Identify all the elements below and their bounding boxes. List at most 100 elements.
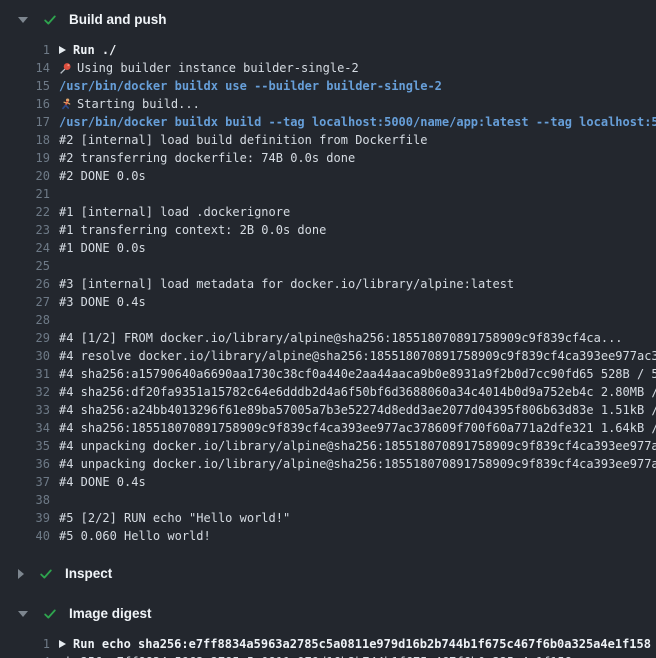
log-line[interactable]: 27 #3 DONE 0.4s [0, 293, 656, 311]
log-line[interactable]: 32 #4 sha256:df20fa9351a15782c64e6dddb2d4… [0, 383, 656, 401]
section-title: Build and push [69, 11, 167, 29]
line-number[interactable]: 38 [0, 491, 50, 509]
line-number[interactable]: 28 [0, 311, 50, 329]
log-line-text: #3 DONE 0.4s [59, 293, 656, 311]
section-header-inspect[interactable]: Inspect [0, 554, 656, 589]
log-line[interactable]: 17/usr/bin/docker buildx build --tag loc… [0, 113, 656, 131]
log-line-text: #4 [1/2] FROM docker.io/library/alpine@s… [59, 329, 656, 347]
log-line[interactable]: 1 Run ./ [0, 41, 656, 59]
log-line[interactable]: 34 #4 sha256:185518070891758909c9f839cf4c… [0, 419, 656, 437]
log-line-text: #4 sha256:a15790640a6690aa1730c38cf0a440… [59, 365, 656, 383]
line-number[interactable]: 1 [0, 41, 50, 59]
log-line[interactable]: 25 [0, 257, 656, 275]
line-number[interactable]: 37 [0, 473, 50, 491]
line-number[interactable]: 14 [0, 59, 50, 77]
log-line[interactable]: 16 Starting build... [0, 95, 656, 113]
play-icon [59, 640, 66, 648]
line-number[interactable]: 18 [0, 131, 50, 149]
line-number[interactable]: 19 [0, 149, 50, 167]
log-lines-build-and-push: 1 Run ./ 14 Using builder instance builder-… [0, 35, 656, 554]
log-line-text: /usr/bin/docker buildx build --tag local… [59, 113, 656, 131]
log-line[interactable]: 35 #4 unpacking docker.io/library/alpine@… [0, 437, 656, 455]
log-lines-image-digest: 1 Run echo sha256:e7ff8834a5963a2785c5a08… [0, 629, 656, 658]
log-line[interactable]: 21 [0, 185, 656, 203]
log-line-text: Run ./ [59, 41, 656, 59]
line-number[interactable]: 40 [0, 527, 50, 545]
log-line-text: #5 0.060 Hello world! [59, 527, 656, 545]
log-line-text: #4 sha256:df20fa9351a15782c64e6dddb2d4a6… [59, 383, 656, 401]
line-number[interactable]: 30 [0, 347, 50, 365]
log-line-text: Run echo sha256:e7ff8834a5963a2785c5a081… [59, 635, 656, 653]
log-line-text: #3 [internal] load metadata for docker.i… [59, 275, 656, 293]
log-line-text: Using builder instance builder-single-2 [59, 59, 656, 77]
log-line-text: #1 transferring context: 2B 0.0s done [59, 221, 656, 239]
line-number[interactable]: 35 [0, 437, 50, 455]
log-line[interactable]: 38 [0, 491, 656, 509]
log-line-text: #2 transferring dockerfile: 74B 0.0s don… [59, 149, 656, 167]
log-line[interactable]: 22 #1 [internal] load .dockerignore [0, 203, 656, 221]
log-line-text: #4 unpacking docker.io/library/alpine@sh… [59, 437, 656, 455]
log-line[interactable]: 1 Run echo sha256:e7ff8834a5963a2785c5a08… [0, 635, 656, 653]
log-line[interactable]: 28 [0, 311, 656, 329]
line-number[interactable]: 20 [0, 167, 50, 185]
log-line-text: #4 DONE 0.4s [59, 473, 656, 491]
check-icon [43, 13, 57, 27]
line-number[interactable]: 25 [0, 257, 50, 275]
line-number[interactable]: 39 [0, 509, 50, 527]
section-header-image-digest[interactable]: Image digest [0, 589, 656, 629]
log-line[interactable]: 20#2 DONE 0.0s [0, 167, 656, 185]
log-line[interactable]: 40 #5 0.060 Hello world! [0, 527, 656, 545]
workflow-log-viewer: Build and push 1Run ./14Using builder in… [0, 0, 656, 658]
log-line[interactable]: 14 Using builder instance builder-single-… [0, 59, 656, 77]
log-line[interactable]: 15/usr/bin/docker buildx use --builder b… [0, 77, 656, 95]
log-line[interactable]: 29 #4 [1/2] FROM docker.io/library/alpine… [0, 329, 656, 347]
log-line[interactable]: 31 #4 sha256:a15790640a6690aa1730c38cf0a4… [0, 365, 656, 383]
log-line-text: #4 sha256:185518070891758909c9f839cf4ca3… [59, 419, 656, 437]
line-number[interactable]: 34 [0, 419, 50, 437]
log-line-text: #4 sha256:a24bb4013296f61e89ba57005a7b3e… [59, 401, 656, 419]
log-line[interactable]: 39 #5 [2/2] RUN echo "Hello world!" [0, 509, 656, 527]
line-number[interactable]: 32 [0, 383, 50, 401]
log-line[interactable]: 23 #1 transferring context: 2B 0.0s done [0, 221, 656, 239]
line-number[interactable]: 29 [0, 329, 50, 347]
line-number[interactable]: 36 [0, 455, 50, 473]
log-line-text: #4 resolve docker.io/library/alpine@sha2… [59, 347, 656, 365]
line-number[interactable]: 24 [0, 239, 50, 257]
line-number[interactable]: 21 [0, 185, 50, 203]
log-line-text: Starting build... [59, 95, 656, 113]
log-line[interactable]: 33 #4 sha256:a24bb4013296f61e89ba57005a7b… [0, 401, 656, 419]
line-number[interactable]: 22 [0, 203, 50, 221]
log-line[interactable]: 19 #2 transferring dockerfile: 74B 0.0s d… [0, 149, 656, 167]
section-header-build-and-push[interactable]: Build and push [0, 0, 656, 35]
log-line-text [59, 257, 656, 275]
line-number[interactable]: 33 [0, 401, 50, 419]
line-number[interactable]: 27 [0, 293, 50, 311]
line-number[interactable]: 4 [0, 653, 50, 658]
line-number[interactable]: 1 [0, 635, 50, 653]
line-number[interactable]: 15 [0, 77, 50, 95]
log-line[interactable]: 37 #4 DONE 0.4s [0, 473, 656, 491]
log-line-text [59, 185, 656, 203]
log-line-text: #2 [internal] load build definition from… [59, 131, 656, 149]
line-number[interactable]: 16 [0, 95, 50, 113]
log-line[interactable]: 26 #3 [internal] load metadata for docker… [0, 275, 656, 293]
line-number[interactable]: 17 [0, 113, 50, 131]
runner-icon [59, 98, 72, 111]
line-number[interactable]: 26 [0, 275, 50, 293]
line-number[interactable]: 31 [0, 365, 50, 383]
chevron-down-icon[interactable] [18, 17, 28, 23]
log-line[interactable]: 18 #2 [internal] load build definition fr… [0, 131, 656, 149]
log-line-text: #4 unpacking docker.io/library/alpine@sh… [59, 455, 656, 473]
check-icon [43, 607, 57, 621]
log-line-text: #1 [internal] load .dockerignore [59, 203, 656, 221]
play-icon [59, 46, 66, 54]
section-title: Image digest [69, 605, 152, 623]
log-line-text: #5 [2/2] RUN echo "Hello world!" [59, 509, 656, 527]
log-line[interactable]: 4sha256:e7ff8834a5963a2785c5a0811e979d16… [0, 653, 656, 658]
chevron-right-icon[interactable] [18, 569, 24, 579]
log-line[interactable]: 24#1 DONE 0.0s [0, 239, 656, 257]
log-line[interactable]: 36 #4 unpacking docker.io/library/alpine@… [0, 455, 656, 473]
line-number[interactable]: 23 [0, 221, 50, 239]
log-line[interactable]: 30 #4 resolve docker.io/library/alpine@sh… [0, 347, 656, 365]
chevron-down-icon[interactable] [18, 611, 28, 617]
